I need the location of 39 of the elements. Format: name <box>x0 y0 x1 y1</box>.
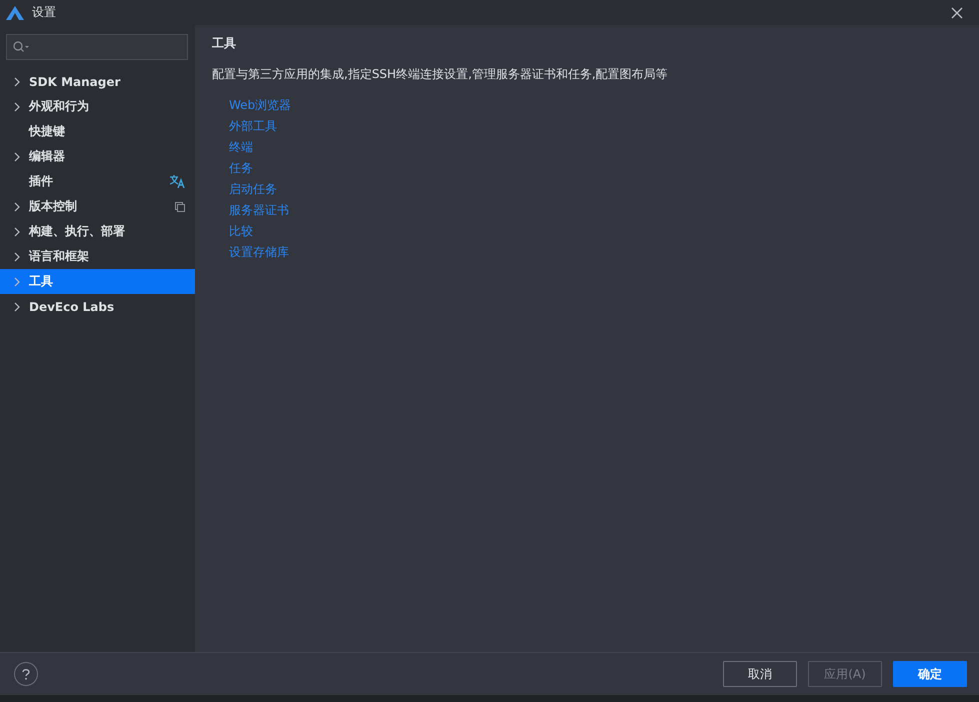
search-icon <box>13 41 29 53</box>
translate-icon <box>170 175 185 188</box>
chevron-icon <box>14 152 20 162</box>
help-icon <box>21 668 31 680</box>
close-icon[interactable] <box>951 6 963 18</box>
chevron-icon <box>14 252 20 262</box>
page-heading: 工具 <box>212 35 237 52</box>
settings-link[interactable]: 任务 <box>229 158 253 179</box>
chevron-icon <box>14 202 20 212</box>
sidebar-item[interactable]: 外观和行为 <box>0 94 195 119</box>
chevron-icon <box>14 302 20 312</box>
settings-link[interactable]: 启动任务 <box>229 179 277 200</box>
chevron-icon <box>14 276 20 286</box>
settings-link[interactable]: 服务器证书 <box>229 200 289 221</box>
sidebar-item[interactable]: 构建、执行、部署 <box>0 219 195 244</box>
settings-link[interactable]: 终端 <box>229 137 253 158</box>
sidebar-item[interactable]: 语言和框架 <box>0 244 195 269</box>
sidebar-item[interactable]: 版本控制 <box>0 194 195 219</box>
description-text: 配置与第三方应用的集成,指定SSH终端连接设置,管理服务器证书和任务,配置图布局等 <box>212 66 669 83</box>
copy-icon <box>175 202 185 212</box>
settings-link[interactable]: 比较 <box>229 221 253 242</box>
sidebar-item[interactable]: 编辑器 <box>0 144 195 169</box>
dialog-button[interactable]: 确定 <box>893 661 967 687</box>
settings-link[interactable]: Web浏览器 <box>229 95 292 116</box>
chevron-icon <box>14 226 20 236</box>
window-title: 设置 <box>32 4 56 21</box>
settings-link[interactable]: 外部工具 <box>229 116 277 137</box>
logo-icon <box>6 6 24 20</box>
help-button[interactable] <box>14 662 38 686</box>
sidebar-item[interactable]: 快捷键 <box>0 119 195 144</box>
sidebar-item[interactable]: 工具 <box>0 269 195 294</box>
search-field[interactable] <box>6 34 188 60</box>
sidebar-item[interactable]: 插件 <box>0 169 195 194</box>
chevron-icon <box>14 102 20 112</box>
settings-link[interactable]: 设置存储库 <box>229 242 289 263</box>
sidebar-item[interactable]: DevEco Labs <box>0 294 195 319</box>
dialog-button[interactable]: 取消 <box>723 661 797 687</box>
chevron-icon <box>14 76 20 86</box>
sidebar-item[interactable]: SDK Manager <box>0 69 195 94</box>
